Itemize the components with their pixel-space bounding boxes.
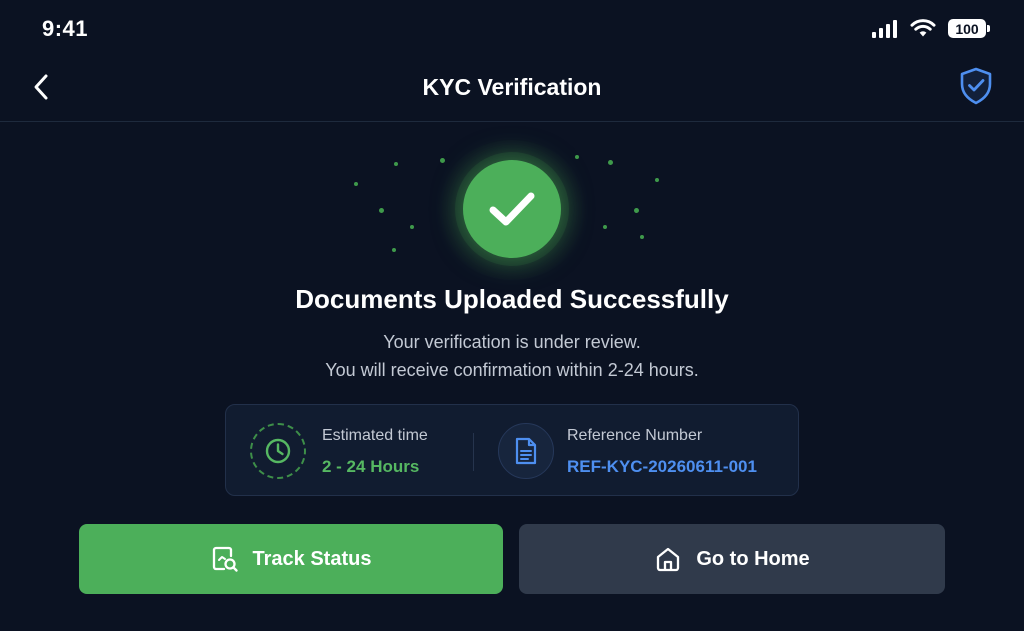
document-icon bbox=[515, 437, 537, 465]
go-to-home-button[interactable]: Go to Home bbox=[519, 524, 945, 594]
signal-icon bbox=[872, 19, 897, 38]
go-to-home-label: Go to Home bbox=[696, 547, 810, 570]
track-search-icon bbox=[212, 546, 238, 572]
status-bar: 9:41 100 bbox=[0, 0, 1024, 60]
security-shield-button[interactable] bbox=[958, 67, 994, 105]
success-message-line-2: You will receive confirmation within 2-2… bbox=[325, 360, 699, 380]
status-time: 9:41 bbox=[42, 16, 89, 41]
decor-dot bbox=[410, 225, 414, 229]
nav-bar: KYC Verification bbox=[0, 60, 1024, 122]
reference-number-value: REF-KYC-20260611-001 bbox=[567, 457, 757, 476]
decor-dot bbox=[575, 155, 579, 159]
decor-dot bbox=[608, 160, 613, 165]
checkmark-icon bbox=[489, 192, 535, 226]
clock-icon bbox=[265, 438, 291, 464]
system-icons: 100 bbox=[872, 19, 990, 38]
track-status-label: Track Status bbox=[252, 547, 372, 570]
page-title: KYC Verification bbox=[422, 74, 602, 100]
decor-dot bbox=[392, 248, 396, 252]
home-icon bbox=[657, 547, 680, 572]
estimated-time-value: 2 - 24 Hours bbox=[322, 457, 420, 476]
track-status-button[interactable]: Track Status bbox=[79, 524, 503, 594]
estimated-time-badge bbox=[250, 423, 306, 479]
decor-dot bbox=[640, 235, 644, 239]
reference-number-label: Reference Number bbox=[567, 427, 703, 444]
decor-dot bbox=[354, 182, 358, 186]
wifi-icon bbox=[910, 19, 936, 37]
decor-dot bbox=[634, 208, 639, 213]
verification-info-card: Estimated time 2 - 24 Hours Reference Nu… bbox=[225, 404, 799, 496]
shield-check-icon bbox=[960, 67, 992, 105]
decor-dot bbox=[394, 162, 398, 166]
card-divider bbox=[473, 433, 474, 471]
decor-dot bbox=[440, 158, 445, 163]
success-check-badge bbox=[463, 160, 561, 258]
battery-icon: 100 bbox=[948, 19, 990, 38]
decor-dot bbox=[379, 208, 384, 213]
success-hero bbox=[0, 140, 1024, 280]
success-title: Documents Uploaded Successfully bbox=[295, 284, 729, 314]
reference-badge bbox=[498, 423, 554, 479]
estimated-time-label: Estimated time bbox=[322, 427, 428, 444]
decor-dot bbox=[655, 178, 659, 182]
decor-dot bbox=[603, 225, 607, 229]
success-message-line-1: Your verification is under review. bbox=[383, 332, 641, 352]
